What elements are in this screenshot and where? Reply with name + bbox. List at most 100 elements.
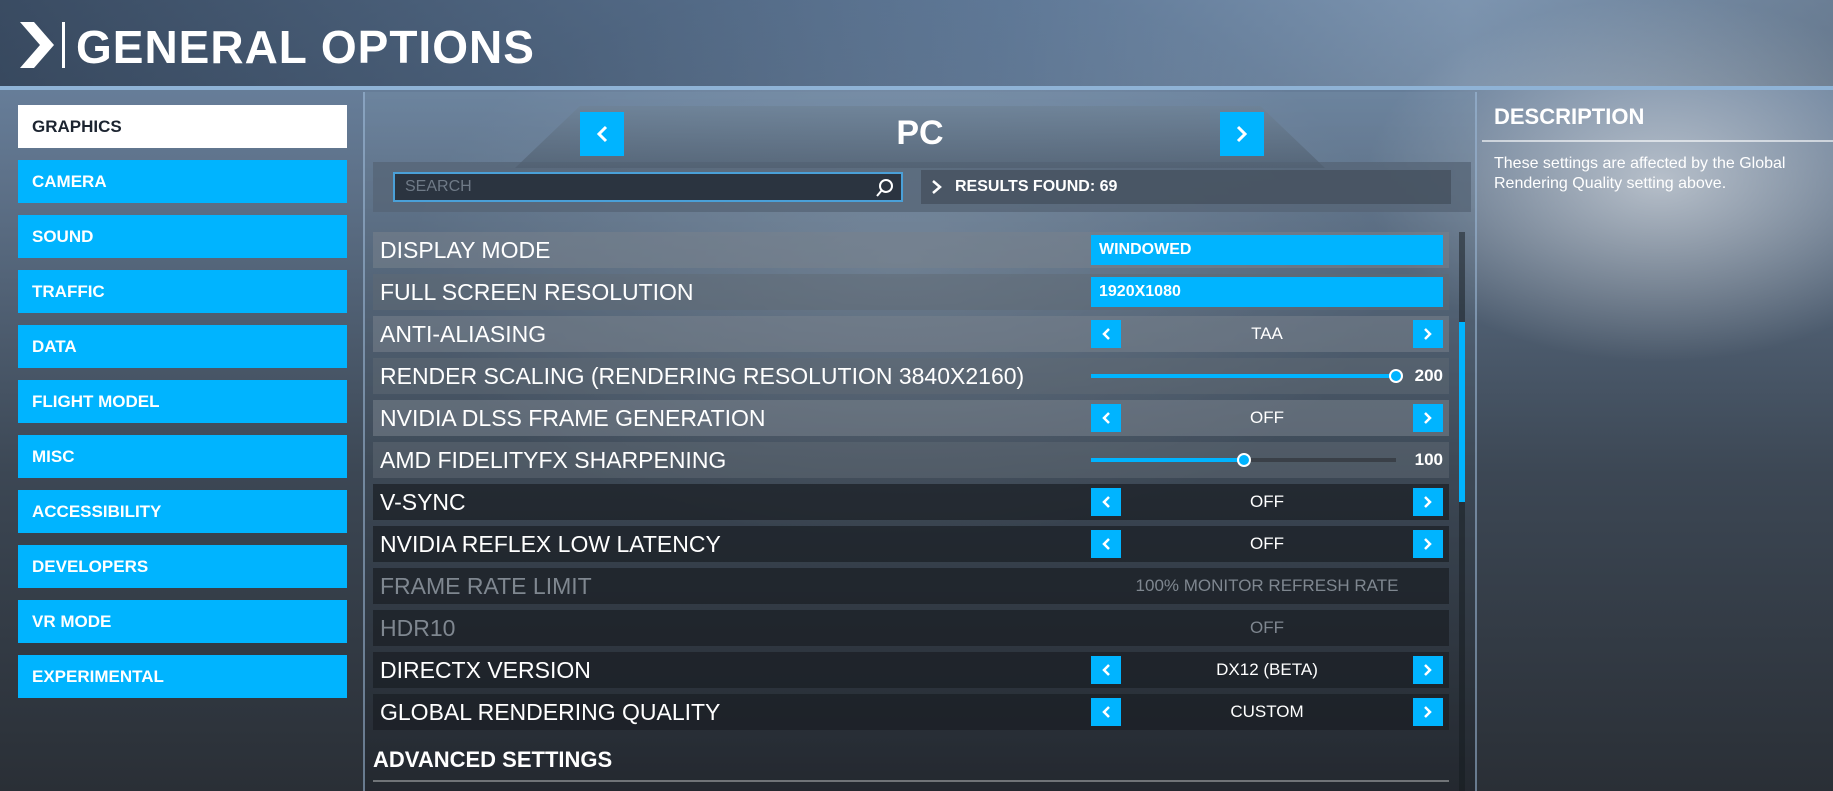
v-sync-next-button[interactable] <box>1413 488 1443 516</box>
setting-label: HDR10 <box>380 615 456 641</box>
sidebar-item-flight-model[interactable]: FLIGHT MODEL <box>18 380 347 423</box>
setting-label: GLOBAL RENDERING QUALITY <box>380 699 721 725</box>
divider <box>373 780 1449 782</box>
resolution-dropdown[interactable]: 1920X1080 <box>1091 277 1443 307</box>
sidebar-item-developers[interactable]: DEVELOPERS <box>18 545 347 588</box>
setting-label: DISPLAY MODE <box>380 237 551 263</box>
setting-row-v-sync: V-SYNC OFF <box>373 484 1449 520</box>
dlss-prev-button[interactable] <box>1091 404 1121 432</box>
setting-row-amd-sharpening: AMD FIDELITYFX SHARPENING 100 <box>373 442 1449 478</box>
setting-value: TAA <box>1251 324 1283 343</box>
setting-label: ANTI-ALIASING <box>380 321 547 347</box>
search-icon[interactable] <box>875 178 895 198</box>
setting-label: FULL SCREEN RESOLUTION <box>380 279 694 305</box>
rendering-quality-prev-button[interactable] <box>1091 698 1121 726</box>
chevron-right-icon <box>1424 706 1432 718</box>
render-scaling-slider[interactable] <box>1091 369 1403 383</box>
setting-value: 100 <box>1414 450 1443 469</box>
sidebar-item-accessibility[interactable]: ACCESSIBILITY <box>18 490 347 533</box>
results-label: RESULTS FOUND: 69 <box>955 178 1118 195</box>
header: GENERAL OPTIONS <box>0 0 1833 90</box>
rendering-quality-next-button[interactable] <box>1413 698 1443 726</box>
setting-row-full-screen-resolution: FULL SCREEN RESOLUTION 1920X1080 <box>373 274 1449 310</box>
directx-prev-button[interactable] <box>1091 656 1121 684</box>
chevron-right-icon <box>20 22 54 68</box>
platform-next-button[interactable] <box>1220 112 1264 156</box>
setting-label: RENDER SCALING (RENDERING RESOLUTION 384… <box>380 363 1025 389</box>
sidebar-item-experimental[interactable]: EXPERIMENTAL <box>18 655 347 698</box>
setting-row-global-rendering-quality: GLOBAL RENDERING QUALITY CUSTOM <box>373 694 1449 730</box>
display-mode-dropdown[interactable]: WINDOWED <box>1091 235 1443 265</box>
slider-fill <box>1091 374 1396 378</box>
header-divider <box>62 22 65 68</box>
setting-row-display-mode: DISPLAY MODE WINDOWED <box>373 232 1449 268</box>
setting-label: AMD FIDELITYFX SHARPENING <box>380 447 727 473</box>
setting-row-reflex-low-latency: NVIDIA REFLEX LOW LATENCY OFF <box>373 526 1449 562</box>
sidebar: GRAPHICS CAMERA SOUND TRAFFIC DATA FLIGH… <box>18 105 347 710</box>
setting-value: CUSTOM <box>1230 702 1304 721</box>
chevron-right-icon <box>1424 664 1432 676</box>
setting-row-render-scaling: RENDER SCALING (RENDERING RESOLUTION 384… <box>373 358 1449 394</box>
chevron-left-icon <box>1102 706 1110 718</box>
description-text: These settings are affected by the Globa… <box>1494 155 1786 192</box>
setting-label: NVIDIA REFLEX LOW LATENCY <box>380 531 721 557</box>
description-title: DESCRIPTION <box>1494 104 1645 129</box>
chevron-right-icon <box>1424 496 1432 508</box>
chevron-right-icon <box>1236 125 1248 143</box>
chevron-right-icon <box>1424 538 1432 550</box>
chevron-left-icon <box>1102 328 1110 340</box>
platform-label: PC <box>896 114 944 152</box>
reflex-next-button[interactable] <box>1413 530 1443 558</box>
setting-value: 100% MONITOR REFRESH RATE <box>1135 576 1399 595</box>
scrollbar[interactable] <box>1459 232 1465 791</box>
settings-list: DISPLAY MODE WINDOWED FULL SCREEN RESOLU… <box>373 232 1449 736</box>
directx-next-button[interactable] <box>1413 656 1443 684</box>
slider-knob[interactable] <box>1236 453 1251 467</box>
sidebar-item-camera[interactable]: CAMERA <box>18 160 347 203</box>
setting-label: NVIDIA DLSS FRAME GENERATION <box>380 405 766 431</box>
setting-label: DIRECTX VERSION <box>380 657 591 683</box>
chevron-left-icon <box>1102 664 1110 676</box>
v-sync-prev-button[interactable] <box>1091 488 1121 516</box>
reflex-prev-button[interactable] <box>1091 530 1121 558</box>
sharpening-slider[interactable] <box>1091 453 1396 467</box>
chevron-left-icon <box>1102 496 1110 508</box>
anti-aliasing-next-button[interactable] <box>1413 320 1443 348</box>
scrollbar-thumb[interactable] <box>1459 322 1465 502</box>
chevron-right-icon <box>1424 328 1432 340</box>
anti-aliasing-prev-button[interactable] <box>1091 320 1121 348</box>
setting-value: 200 <box>1414 366 1443 385</box>
setting-value: OFF <box>1250 534 1284 553</box>
page-title: GENERAL OPTIONS <box>76 21 535 73</box>
setting-row-directx-version: DIRECTX VERSION DX12 (BETA) <box>373 652 1449 688</box>
description-panel: DESCRIPTION These settings are affected … <box>1482 92 1833 791</box>
setting-value: OFF <box>1250 492 1284 511</box>
sidebar-item-misc[interactable]: MISC <box>18 435 347 478</box>
setting-label: V-SYNC <box>380 489 466 515</box>
setting-row-dlss-frame-generation: NVIDIA DLSS FRAME GENERATION OFF <box>373 400 1449 436</box>
search-input[interactable] <box>405 174 865 200</box>
sidebar-item-data[interactable]: DATA <box>18 325 347 368</box>
chevron-left-icon <box>1102 412 1110 424</box>
sidebar-item-traffic[interactable]: TRAFFIC <box>18 270 347 313</box>
settings-panel: PC RESULTS FOUND: 69 DISPLAY MODE WINDOW… <box>363 92 1477 791</box>
setting-value: DX12 (BETA) <box>1216 660 1318 679</box>
setting-label: FRAME RATE LIMIT <box>380 573 592 599</box>
chevron-right-icon <box>932 180 942 194</box>
dlss-next-button[interactable] <box>1413 404 1443 432</box>
setting-value: OFF <box>1250 408 1284 427</box>
results-count: RESULTS FOUND: 69 <box>921 170 1451 204</box>
setting-row-hdr10: HDR10 OFF <box>373 610 1449 646</box>
sidebar-item-vr-mode[interactable]: VR MODE <box>18 600 347 643</box>
slider-fill <box>1091 458 1244 462</box>
chevron-left-icon <box>1102 538 1110 550</box>
divider <box>1482 140 1833 142</box>
slider-knob[interactable] <box>1389 369 1403 383</box>
advanced-settings-heading: ADVANCED SETTINGS <box>373 747 613 772</box>
setting-row-frame-rate-limit: FRAME RATE LIMIT 100% MONITOR REFRESH RA… <box>373 568 1449 604</box>
chevron-right-icon <box>1424 412 1432 424</box>
sidebar-item-sound[interactable]: SOUND <box>18 215 347 258</box>
setting-row-anti-aliasing: ANTI-ALIASING TAA <box>373 316 1449 352</box>
sidebar-item-graphics[interactable]: GRAPHICS <box>18 105 347 148</box>
search-box[interactable] <box>393 172 903 202</box>
